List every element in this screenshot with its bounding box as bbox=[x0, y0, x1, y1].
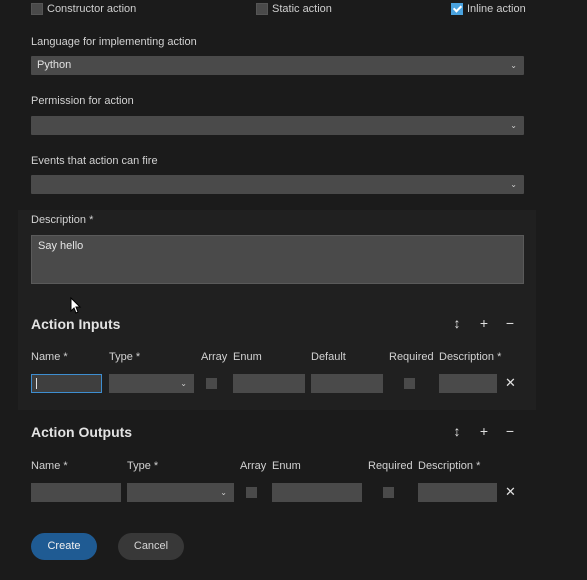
chevron-down-icon: ⌄ bbox=[510, 180, 517, 189]
sort-icon[interactable]: ↕ bbox=[450, 316, 464, 330]
constructor-action-option[interactable]: Constructor action bbox=[31, 2, 136, 16]
chevron-down-icon: ⌄ bbox=[180, 379, 187, 388]
output-name-field[interactable] bbox=[31, 483, 121, 502]
output-array-checkbox[interactable] bbox=[246, 487, 257, 498]
action-inputs-title: Action Inputs bbox=[31, 316, 121, 332]
inputs-col-type: Type * bbox=[109, 351, 141, 363]
language-select[interactable]: Python ⌄ bbox=[31, 56, 524, 75]
events-label: Events that action can fire bbox=[31, 155, 158, 167]
remove-input-icon[interactable]: − bbox=[503, 316, 517, 330]
sort-icon[interactable]: ↕ bbox=[450, 424, 464, 438]
language-value: Python bbox=[37, 59, 72, 71]
add-input-icon[interactable]: + bbox=[477, 316, 491, 330]
outputs-col-required: Required bbox=[368, 460, 413, 472]
input-required-checkbox[interactable] bbox=[404, 378, 415, 389]
output-enum-field[interactable] bbox=[272, 483, 362, 502]
remove-output-icon[interactable]: − bbox=[503, 424, 517, 438]
description-textarea[interactable]: Say hello bbox=[31, 235, 524, 284]
permission-label: Permission for action bbox=[31, 95, 134, 107]
description-label: Description * bbox=[31, 214, 94, 226]
events-select[interactable]: ⌄ bbox=[31, 175, 524, 194]
inline-action-checkbox[interactable] bbox=[451, 3, 463, 15]
inputs-col-enum: Enum bbox=[233, 351, 262, 363]
delete-input-row-icon[interactable]: ✕ bbox=[505, 375, 516, 391]
text-cursor bbox=[36, 378, 37, 389]
constructor-action-checkbox[interactable] bbox=[31, 3, 43, 15]
outputs-col-type: Type * bbox=[127, 460, 159, 472]
chevron-down-icon: ⌄ bbox=[220, 488, 227, 497]
static-action-option[interactable]: Static action bbox=[256, 2, 332, 16]
inline-action-label: Inline action bbox=[467, 3, 526, 15]
input-default-field[interactable] bbox=[311, 374, 383, 393]
delete-output-row-icon[interactable]: ✕ bbox=[505, 484, 516, 500]
permission-select[interactable]: ⌄ bbox=[31, 116, 524, 135]
input-type-select[interactable]: ⌄ bbox=[109, 374, 194, 393]
language-label: Language for implementing action bbox=[31, 36, 197, 48]
output-type-select[interactable]: ⌄ bbox=[127, 483, 234, 502]
outputs-col-enum: Enum bbox=[272, 460, 301, 472]
input-array-checkbox[interactable] bbox=[206, 378, 217, 389]
output-description-field[interactable] bbox=[418, 483, 497, 502]
create-button[interactable]: Create bbox=[31, 533, 97, 560]
inputs-col-default: Default bbox=[311, 351, 346, 363]
chevron-down-icon: ⌄ bbox=[510, 61, 517, 70]
input-name-field[interactable] bbox=[31, 374, 102, 393]
static-action-label: Static action bbox=[272, 3, 332, 15]
input-enum-field[interactable] bbox=[233, 374, 305, 393]
mouse-pointer-icon bbox=[70, 297, 82, 314]
inline-action-option[interactable]: Inline action bbox=[451, 2, 526, 16]
inputs-col-description: Description * bbox=[439, 351, 502, 363]
constructor-action-label: Constructor action bbox=[47, 3, 137, 15]
output-required-checkbox[interactable] bbox=[383, 487, 394, 498]
cancel-button[interactable]: Cancel bbox=[118, 533, 184, 560]
inputs-col-name: Name * bbox=[31, 351, 68, 363]
outputs-col-description: Description * bbox=[418, 460, 481, 472]
outputs-col-name: Name * bbox=[31, 460, 68, 472]
add-output-icon[interactable]: + bbox=[477, 424, 491, 438]
inputs-col-required: Required bbox=[389, 351, 434, 363]
outputs-col-array: Array bbox=[240, 460, 267, 472]
action-outputs-title: Action Outputs bbox=[31, 424, 133, 440]
inputs-col-array: Array bbox=[201, 351, 228, 363]
input-description-field[interactable] bbox=[439, 374, 497, 393]
chevron-down-icon: ⌄ bbox=[510, 121, 517, 130]
static-action-checkbox[interactable] bbox=[256, 3, 268, 15]
